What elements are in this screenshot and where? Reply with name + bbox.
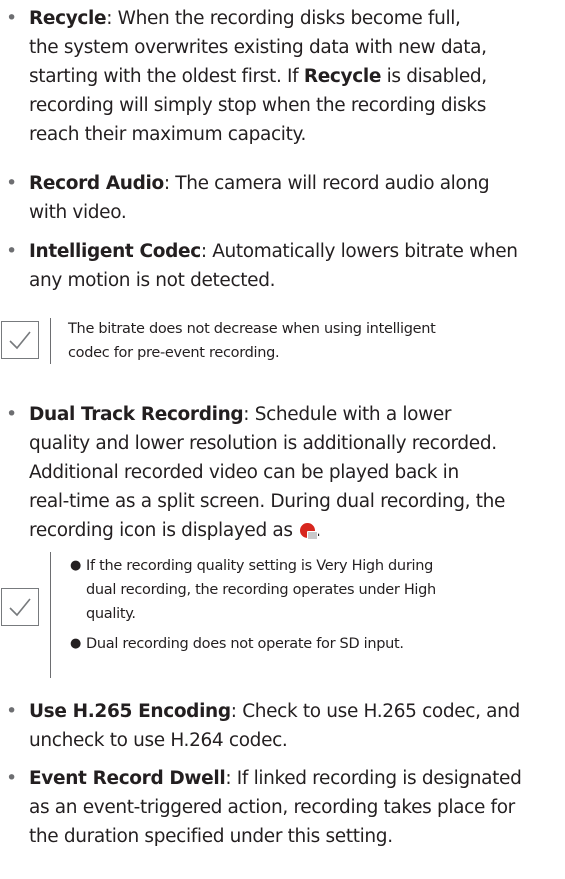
bullet-marker: •	[6, 7, 18, 29]
bullet-marker: •	[6, 767, 18, 789]
term-record-audio: Record Audio	[29, 173, 164, 194]
bullet-marker: •	[6, 240, 18, 262]
text-line: recording will simply stop when the reco…	[29, 95, 487, 116]
dual-recording-icon	[300, 523, 319, 540]
text-line: the duration specified under this settin…	[29, 826, 393, 847]
bullet-dual-track-text: Dual Track Recording: Schedule with a lo…	[29, 400, 565, 545]
bullet-marker: •	[6, 172, 18, 194]
note-list: ● If the recording quality setting is Ve…	[70, 554, 436, 656]
checkmark-icon	[1, 588, 39, 626]
text-line: real-time as a split screen. During dual…	[29, 491, 506, 512]
text-line: : Check to use H.265 codec, and	[230, 701, 521, 722]
text-line: recording icon is displayed as	[29, 520, 299, 541]
note-line: quality.	[86, 606, 136, 622]
text-line: any motion is not detected.	[29, 270, 276, 291]
note-line: dual recording, the recording operates u…	[86, 582, 436, 598]
sub-bullet-marker: ●	[70, 558, 82, 573]
text-line: as an event-triggered action, recording …	[29, 797, 515, 818]
bullet-marker: •	[6, 700, 18, 722]
note-list-item: ● Dual recording does not operate for SD…	[70, 632, 436, 656]
text-line: : Schedule with a lower	[243, 404, 452, 425]
text-line: : When the recording disks become full,	[106, 8, 461, 29]
manual-page: • Recycle: When the recording disks beco…	[0, 0, 565, 879]
text-line: the system overwrites existing data with…	[29, 37, 487, 58]
term-event-dwell: Event Record Dwell	[29, 768, 226, 789]
sub-bullet-marker: ●	[70, 636, 82, 651]
bullet-marker: •	[6, 403, 18, 425]
text-line: : If linked recording is designated	[225, 768, 522, 789]
text-line: with video.	[29, 202, 127, 223]
text-line: : The camera will record audio along	[163, 173, 490, 194]
text-line: : Automatically lowers bitrate when	[200, 241, 518, 262]
term-dual-track: Dual Track Recording	[29, 404, 244, 425]
term-intelligent-codec: Intelligent Codec	[29, 241, 201, 262]
note-line: codec for pre-event recording.	[68, 345, 280, 361]
text-line: uncheck to use H.264 codec.	[29, 730, 288, 751]
note-divider	[50, 552, 51, 678]
bullet-intelligent-codec-text: Intelligent Codec: Automatically lowers …	[29, 237, 565, 295]
bullet-recycle-text: Recycle: When the recording disks become…	[29, 4, 565, 149]
note-line: The bitrate does not decrease when using…	[68, 321, 436, 337]
bullet-event-dwell-text: Event Record Dwell: If linked recording …	[29, 764, 565, 851]
text-line: is disabled,	[381, 66, 488, 87]
note-divider	[50, 318, 51, 364]
bullet-h265-text: Use H.265 Encoding: Check to use H.265 c…	[29, 697, 565, 755]
note-line: If the recording quality setting is Very…	[86, 558, 434, 574]
term-h265: Use H.265 Encoding	[29, 701, 231, 722]
bullet-record-audio-text: Record Audio: The camera will record aud…	[29, 169, 565, 227]
note-list-item: ● If the recording quality setting is Ve…	[70, 554, 436, 626]
text-line: Additional recorded video can be played …	[29, 462, 459, 483]
term-recycle: Recycle	[29, 8, 107, 29]
term-recycle-inline: Recycle	[303, 66, 382, 87]
checkmark-icon	[1, 321, 39, 359]
text-line: quality and lower resolution is addition…	[29, 433, 497, 454]
text-line: starting with the oldest first. If	[29, 66, 304, 87]
note-text: The bitrate does not decrease when using…	[68, 317, 436, 365]
note-line: Dual recording does not operate for SD i…	[86, 636, 404, 652]
text-line: reach their maximum capacity.	[29, 124, 306, 145]
